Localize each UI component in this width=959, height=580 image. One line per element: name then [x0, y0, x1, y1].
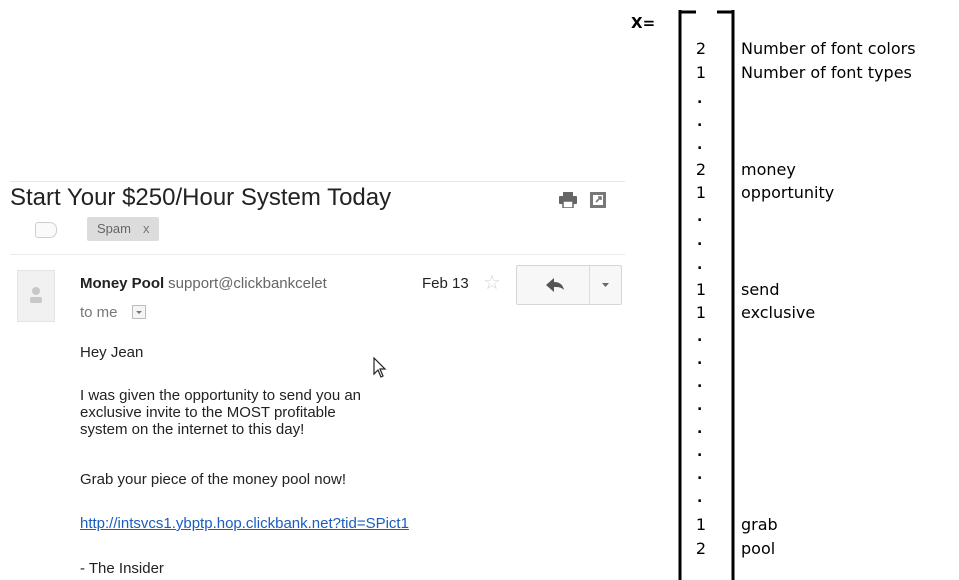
- vector-ellipsis-dot: .: [697, 91, 703, 107]
- vector-ellipsis-dot: .: [697, 209, 703, 225]
- email-link[interactable]: http://intsvcs1.ybptp.hop.clickbank.net?…: [80, 515, 409, 532]
- vector-ellipsis-dot: .: [697, 329, 703, 345]
- email-date: Feb 13: [422, 275, 469, 292]
- vector-ellipsis-dot: .: [697, 137, 703, 153]
- email-subject: Start Your $250/Hour System Today: [10, 184, 392, 211]
- email-greeting: Hey Jean: [80, 344, 144, 361]
- new-window-icon[interactable]: [590, 192, 606, 208]
- paragraph-line: exclusive invite to the MOST profitable: [80, 404, 336, 421]
- top-divider: [10, 181, 625, 182]
- vector-value: 2: [695, 39, 707, 58]
- vector-value: 1: [695, 303, 707, 322]
- vector-value: 1: [695, 63, 707, 82]
- vector-ellipsis-dot: .: [697, 490, 703, 506]
- vector-ellipsis-dot: .: [697, 114, 703, 130]
- star-icon[interactable]: ☆: [483, 273, 501, 293]
- vector-value: 2: [695, 160, 707, 179]
- spam-label-chip[interactable]: Spam x: [87, 217, 160, 241]
- vector-label: send: [741, 280, 780, 299]
- paragraph-line: I was given the opportunity to send you …: [80, 387, 362, 404]
- avatar-icon: [30, 287, 42, 303]
- vector-value: 2: [695, 539, 707, 558]
- avatar[interactable]: [17, 270, 55, 322]
- vector-label: grab: [741, 515, 778, 534]
- reply-icon[interactable]: [517, 266, 589, 304]
- vector-ellipsis-dot: .: [697, 352, 703, 368]
- vector-label: money: [741, 160, 796, 179]
- vector-ellipsis-dot: .: [697, 421, 703, 437]
- vector-label: opportunity: [741, 183, 835, 202]
- vector-label: Number of font colors: [741, 39, 916, 58]
- email-paragraph-1: I was given the opportunity to send you …: [80, 387, 440, 438]
- vector-ellipsis-dot: .: [697, 398, 703, 414]
- email-paragraph-2: Grab your piece of the money pool now!: [80, 471, 346, 488]
- vector-ellipsis-dot: .: [697, 257, 703, 273]
- vector-value: 1: [695, 183, 707, 202]
- reply-button-group: [516, 265, 622, 305]
- vector-label: pool: [741, 539, 776, 558]
- sender-line: Money Pool support@clickbankcelet: [80, 275, 385, 292]
- vector-ellipsis-dot: .: [697, 375, 703, 391]
- email-signoff: - The Insider: [80, 560, 164, 577]
- header-divider: [10, 254, 625, 255]
- label-icon[interactable]: [35, 222, 57, 238]
- vector-label: exclusive: [741, 303, 816, 322]
- recipient-line: to me: [80, 304, 118, 321]
- vector-ellipsis-dot: .: [697, 233, 703, 249]
- vector-label: Number of font types: [741, 63, 912, 82]
- vector-ellipsis-dot: .: [697, 467, 703, 483]
- vector-value: 1: [695, 280, 707, 299]
- sender-name[interactable]: Money Pool: [80, 275, 164, 292]
- vector-ellipsis-dot: .: [697, 444, 703, 460]
- spam-label-text: Spam: [97, 221, 131, 236]
- remove-label-button[interactable]: x: [143, 221, 150, 236]
- vector-name: X=: [631, 14, 656, 32]
- paragraph-line: system on the internet to this day!: [80, 421, 305, 438]
- print-icon[interactable]: [559, 192, 577, 208]
- sender-email: support@clickbankcelet: [168, 275, 327, 292]
- cursor-icon: [373, 357, 387, 378]
- recipient-details-toggle[interactable]: [132, 305, 146, 319]
- vector-value: 1: [695, 515, 707, 534]
- dropdown-icon[interactable]: [590, 266, 621, 304]
